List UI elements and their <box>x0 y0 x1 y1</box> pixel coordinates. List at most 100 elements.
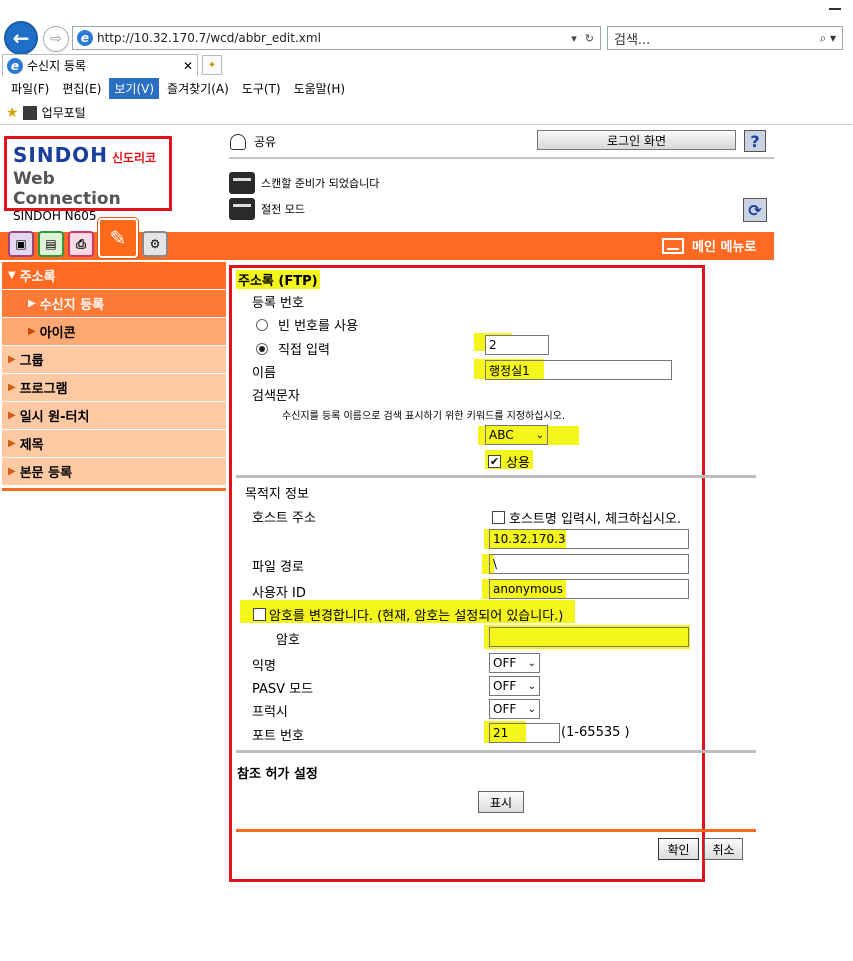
password-input[interactable] <box>489 627 689 647</box>
menu-favorites[interactable]: 즐겨찾기(A) <box>162 78 234 99</box>
refresh-icon: ⟳ <box>748 200 762 220</box>
menu-file[interactable]: 파일(F) <box>6 78 54 99</box>
host-name-checkbox[interactable]: 호스트명 입력시, 체크하십시오. <box>492 508 681 527</box>
user-id-label: 사용자 ID <box>252 586 306 601</box>
reg-no-label: 등록 번호 <box>252 296 304 311</box>
print-icon[interactable]: ⎙ <box>68 231 94 257</box>
radio-empty-label: 빈 번호를 사용 <box>278 319 359 334</box>
search-char-help: 수신지를 등록 이름으로 검색 표시하기 위한 키워드를 지정하십시오. <box>282 411 566 422</box>
menu-help[interactable]: 도움말(H) <box>289 78 351 99</box>
search-icon[interactable]: ⌕ ▾ <box>819 31 836 46</box>
search-char-label: 검색문자 <box>252 389 300 404</box>
login-screen-button[interactable]: 로그인 화면 <box>537 130 736 150</box>
tab-ie-icon: e <box>7 57 23 74</box>
radio-direct-dot[interactable] <box>256 342 268 355</box>
settings-icon[interactable]: ⚙ <box>142 231 168 257</box>
box-icon[interactable]: ▣ <box>8 231 34 257</box>
main-menu-link[interactable]: 메인 메뉴로 <box>662 236 756 255</box>
main-menu-label: 메인 메뉴로 <box>692 240 757 255</box>
sidebar-item-group[interactable]: ▶ 그룹 <box>2 346 226 373</box>
section-divider-2 <box>236 750 756 753</box>
pasv-value: OFF <box>493 679 517 693</box>
sidebar-item-body-register[interactable]: ▶ 본문 등록 <box>2 458 226 485</box>
cancel-button[interactable]: 취소 <box>704 838 743 860</box>
favorites-bar: ★ 업무포털 <box>0 101 853 125</box>
forward-arrow-icon: ⇨ <box>50 31 62 47</box>
new-tab-button[interactable]: ✦ <box>202 55 222 75</box>
menu-tools[interactable]: 도구(T) <box>237 78 286 99</box>
chevron-down-icon: ⌄ <box>527 680 536 692</box>
form-title: 주소록 (FTP) <box>236 270 320 289</box>
menu-view[interactable]: 보기(V) <box>109 77 160 99</box>
help-button[interactable]: ? <box>744 130 766 152</box>
radio-direct-input[interactable]: 직접 입력 <box>256 339 330 358</box>
tab-active[interactable]: e 수신지 등록 ✕ <box>2 54 198 76</box>
sidebar: ▼ 주소록 ▶ 수신지 등록 ▶ 아이콘 ▶ 그룹 ▶ 프로그램 ▶ 일시 원-터치 ▶ 제목… <box>2 262 226 491</box>
minimize-button[interactable] <box>829 8 841 10</box>
arrow-right-icon: ▶ <box>8 438 16 449</box>
proxy-label: 프럭시 <box>252 705 288 720</box>
refresh-icon[interactable]: ↻ <box>585 32 594 45</box>
scan-address-icon[interactable]: ✎ <box>98 218 138 258</box>
printer-icon <box>229 198 255 220</box>
header-divider <box>229 157 774 159</box>
host-name-check-icon[interactable] <box>492 511 505 524</box>
scanner-icon <box>229 172 255 194</box>
sidebar-item-destination-register[interactable]: ▶ 수신지 등록 <box>2 290 226 317</box>
search-char-select[interactable]: ABC ⌄ <box>485 425 548 445</box>
frequent-check-icon[interactable]: ✔ <box>488 455 501 468</box>
radio-empty-number[interactable]: 빈 번호를 사용 <box>256 315 358 334</box>
arrow-right-icon: ▶ <box>8 354 16 365</box>
password-label: 암호 <box>276 633 300 648</box>
scan-status: 스캔할 준비가 되었습니다 <box>229 172 379 194</box>
favorites-star-icon[interactable]: ★ <box>6 105 19 121</box>
pasv-select[interactable]: OFF ⌄ <box>489 676 540 696</box>
show-button[interactable]: 표시 <box>478 791 524 813</box>
pw-change-check-icon[interactable] <box>253 608 266 621</box>
brand-sub: 신도리코 <box>111 151 157 165</box>
product-name: Web Connection <box>13 169 121 209</box>
chevron-down-icon: ⌄ <box>527 703 536 715</box>
name-input[interactable]: 행정실1 <box>485 360 672 380</box>
sidebar-item-address-book[interactable]: ▼ 주소록 <box>2 262 226 289</box>
refresh-status-button[interactable]: ⟳ <box>743 198 767 222</box>
dropdown-icon[interactable]: ▾ <box>571 32 577 45</box>
radio-empty-input[interactable] <box>256 318 268 331</box>
menu-edit[interactable]: 편집(E) <box>57 78 106 99</box>
section-divider <box>236 475 756 478</box>
forward-button[interactable]: ⇨ <box>43 26 69 52</box>
user-id-input[interactable]: anonymous <box>489 579 689 599</box>
anonymous-select[interactable]: OFF ⌄ <box>489 653 540 673</box>
path-input[interactable]: \ <box>489 554 689 574</box>
back-arrow-icon: ← <box>12 26 30 50</box>
address-url[interactable]: http://10.32.170.7/wcd/abbr_edit.xml <box>97 31 571 45</box>
sidebar-item-subject[interactable]: ▶ 제목 <box>2 430 226 457</box>
host-input[interactable]: 10.32.170.3 <box>489 529 689 549</box>
sidebar-item-program[interactable]: ▶ 프로그램 <box>2 374 226 401</box>
port-input[interactable]: 21 <box>489 723 560 743</box>
user-icon <box>230 133 246 150</box>
frequent-checkbox[interactable]: ✔ 상용 <box>488 452 530 471</box>
address-bar[interactable]: e http://10.32.170.7/wcd/abbr_edit.xml ▾… <box>72 26 601 50</box>
document-icon[interactable]: ▤ <box>38 231 64 257</box>
logo: SINDOH 신도리코 Web Connection SINDOH N605 <box>4 136 172 223</box>
proxy-select[interactable]: OFF ⌄ <box>489 699 540 719</box>
reg-no-input[interactable]: 2 <box>485 335 549 355</box>
tab-title: 수신지 등록 <box>27 59 87 73</box>
search-input[interactable]: 검색... ⌕ ▾ <box>607 26 843 50</box>
search-char-value: ABC <box>489 428 514 442</box>
favorite-link[interactable]: 업무포털 <box>42 104 86 121</box>
host-name-check-label: 호스트명 입력시, 체크하십시오. <box>509 512 682 527</box>
ok-button[interactable]: 확인 <box>658 838 699 860</box>
brand-name: SINDOH <box>13 143 108 167</box>
tab-close-icon[interactable]: ✕ <box>183 59 193 73</box>
frequent-label: 상용 <box>506 456 530 471</box>
bottom-orange-divider <box>236 829 756 832</box>
user-label: 공유 <box>254 135 277 149</box>
sidebar-item-icon[interactable]: ▶ 아이콘 <box>2 318 226 345</box>
anonymous-label: 익명 <box>252 659 276 674</box>
back-button[interactable]: ← <box>4 21 38 55</box>
sidebar-item-temp-one-touch[interactable]: ▶ 일시 원-터치 <box>2 402 226 429</box>
new-tab-icon: ✦ <box>207 59 217 71</box>
pw-change-checkbox[interactable]: 암호를 변경합니다. (현재, 암호는 설정되어 있습니다.) <box>253 605 563 624</box>
